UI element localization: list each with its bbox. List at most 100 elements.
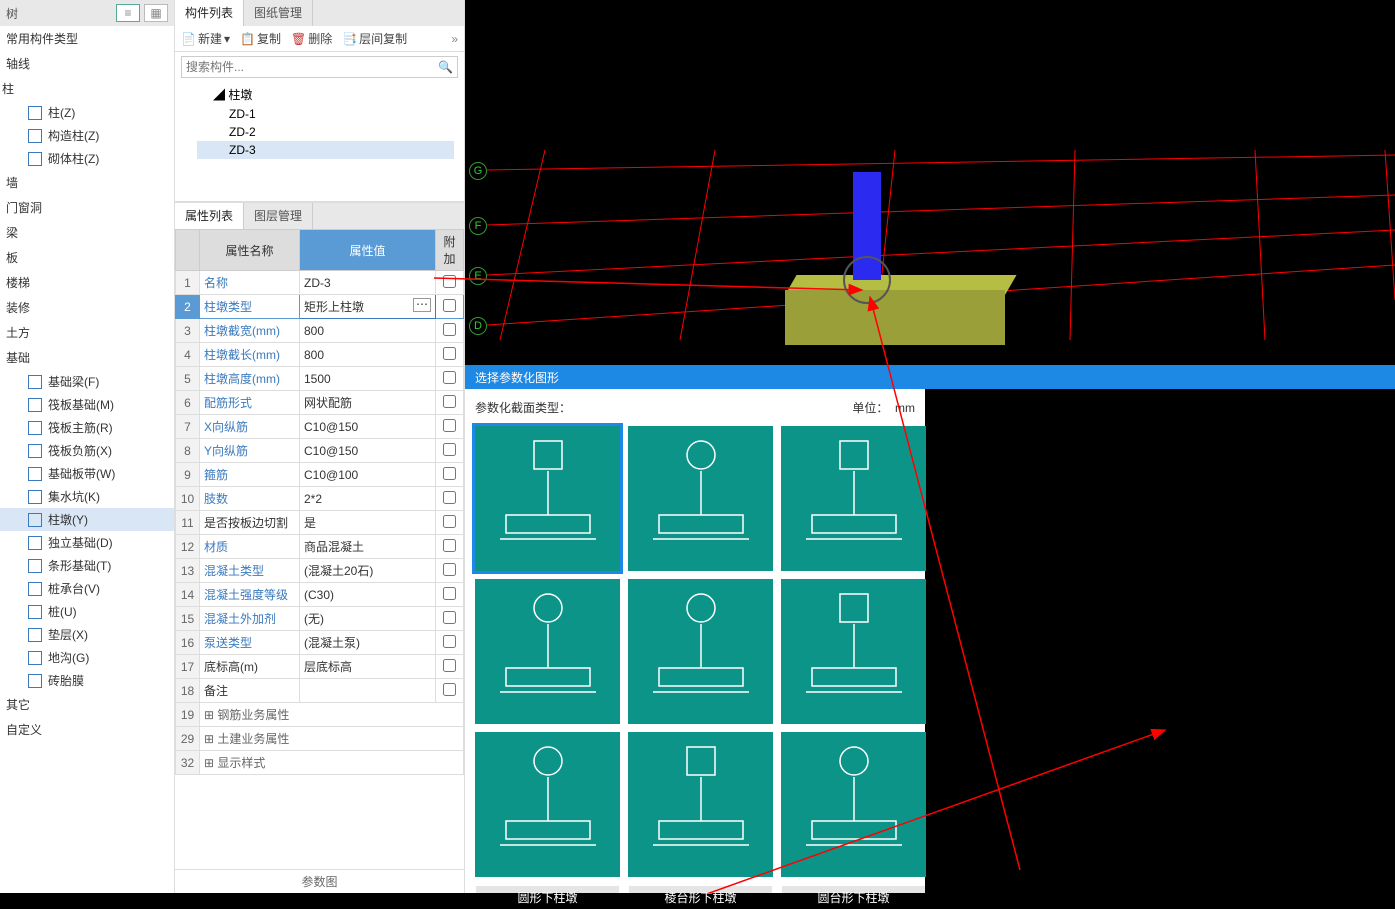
search-box[interactable]: 🔍 <box>181 56 458 78</box>
prop-row[interactable]: 11是否按板边切割是 <box>176 511 464 535</box>
prop-value[interactable]: (C30) <box>300 583 436 607</box>
card-view-icon[interactable]: ▦ <box>144 4 168 22</box>
prop-row[interactable]: 5柱墩高度(mm)1500 <box>176 367 464 391</box>
extra-check[interactable] <box>443 635 456 648</box>
col-item-gz[interactable]: 构造柱(Z) <box>0 124 174 147</box>
prop-row[interactable]: 1名称ZD-3 <box>176 271 464 295</box>
section-other[interactable]: 其它 <box>0 692 174 717</box>
viewport-3d[interactable]: G F E D <box>465 0 1395 365</box>
shape-option[interactable]: 圆台形上柱墩 <box>475 579 620 724</box>
toolbar-overflow-icon[interactable]: » <box>451 32 458 46</box>
prop-value[interactable]: 1500 <box>300 367 436 391</box>
expander-row[interactable]: 29⊞ 土建业务属性 <box>176 727 464 751</box>
prop-row[interactable]: 14混凝土强度等级(C30) <box>176 583 464 607</box>
prop-value[interactable]: 是 <box>300 511 436 535</box>
prop-value[interactable]: (混凝土20石) <box>300 559 436 583</box>
prop-value[interactable]: (无) <box>300 607 436 631</box>
section-door[interactable]: 门窗洞 <box>0 195 174 220</box>
section-foundation[interactable]: 基础 <box>0 345 174 370</box>
extra-check[interactable] <box>443 515 456 528</box>
shape-option[interactable]: 圆形上柱墩 <box>628 426 773 571</box>
prop-row[interactable]: 18备注 <box>176 679 464 703</box>
prop-row[interactable]: 9箍筋C10@100 <box>176 463 464 487</box>
section-beam[interactable]: 梁 <box>0 220 174 245</box>
search-input[interactable] <box>186 60 438 74</box>
foundation-item[interactable]: 地沟(G) <box>0 646 174 669</box>
shape-option[interactable]: 棱台形下柱墩 <box>628 732 773 877</box>
delete-button[interactable]: 🗑 删除 <box>291 30 332 47</box>
extra-check[interactable] <box>443 467 456 480</box>
extra-check[interactable] <box>443 419 456 432</box>
shape-option[interactable]: 矩形下柱墩 <box>781 579 926 724</box>
new-button[interactable]: 📄 新建 ▾ <box>181 30 230 47</box>
layercopy-button[interactable]: 📑 层间复制 <box>342 30 407 47</box>
prop-row[interactable]: 4柱墩截长(mm)800 <box>176 343 464 367</box>
section-finish[interactable]: 装修 <box>0 295 174 320</box>
prop-value[interactable]: C10@150 <box>300 439 436 463</box>
extra-check[interactable] <box>443 395 456 408</box>
section-column-head[interactable]: 柱 <box>0 76 174 101</box>
tree-root[interactable]: ◢ 柱墩 <box>197 84 454 105</box>
col-item-qz[interactable]: 砌体柱(Z) <box>0 147 174 170</box>
prop-value[interactable]: 800 <box>300 343 436 367</box>
shape-option[interactable]: 圆形下柱墩 <box>475 732 620 877</box>
list-view-icon[interactable]: ≡ <box>116 4 140 22</box>
extra-check[interactable] <box>443 347 456 360</box>
shape-option[interactable]: 下方上圆形上柱墩 <box>628 579 773 724</box>
extra-check[interactable] <box>443 275 456 288</box>
foundation-item[interactable]: 筏板主筋(R) <box>0 416 174 439</box>
extra-check[interactable] <box>443 299 456 312</box>
extra-check[interactable] <box>443 683 456 696</box>
extra-check[interactable] <box>443 563 456 576</box>
prop-value[interactable]: (混凝土泵) <box>300 631 436 655</box>
foundation-item[interactable]: 基础梁(F) <box>0 370 174 393</box>
extra-check[interactable] <box>443 611 456 624</box>
tree-zd2[interactable]: ZD-2 <box>197 123 454 141</box>
shape-option[interactable]: 棱台形上柱墩 <box>781 426 926 571</box>
expander-row[interactable]: 32⊞ 显示样式 <box>176 751 464 775</box>
shape-option[interactable]: 矩形上柱墩 <box>475 426 620 571</box>
prop-value[interactable]: 2*2 <box>300 487 436 511</box>
tab-components[interactable]: 构件列表 <box>175 0 244 26</box>
prop-value[interactable]: C10@150 <box>300 415 436 439</box>
foundation-item[interactable]: 筏板负筋(X) <box>0 439 174 462</box>
prop-row[interactable]: 6配筋形式网状配筋 <box>176 391 464 415</box>
extra-check[interactable] <box>443 443 456 456</box>
search-icon[interactable]: 🔍 <box>438 60 453 74</box>
prop-value[interactable]: 矩形上柱墩⋯ <box>300 295 436 319</box>
extra-check[interactable] <box>443 323 456 336</box>
section-line[interactable]: 轴线 <box>0 51 174 76</box>
tab-layers[interactable]: 图层管理 <box>244 203 313 229</box>
prop-value[interactable]: C10@100 <box>300 463 436 487</box>
prop-row[interactable]: 3柱墩截宽(mm)800 <box>176 319 464 343</box>
tab-drawings[interactable]: 图纸管理 <box>244 0 313 26</box>
foundation-item[interactable]: 砖胎膜 <box>0 669 174 692</box>
prop-row[interactable]: 2柱墩类型矩形上柱墩⋯ <box>176 295 464 319</box>
foundation-item[interactable]: 条形基础(T) <box>0 554 174 577</box>
foundation-item[interactable]: 独立基础(D) <box>0 531 174 554</box>
section-wall[interactable]: 墙 <box>0 170 174 195</box>
foundation-item[interactable]: 筏板基础(M) <box>0 393 174 416</box>
tree-zd3[interactable]: ZD-3 <box>197 141 454 159</box>
section-types[interactable]: 常用构件类型 <box>0 26 174 51</box>
prop-row[interactable]: 12材质商品混凝土 <box>176 535 464 559</box>
col-item-z[interactable]: 柱(Z) <box>0 101 174 124</box>
shape-option[interactable]: 圆台形下柱墩 <box>781 732 926 877</box>
foundation-item[interactable]: 桩承台(V) <box>0 577 174 600</box>
prop-row[interactable]: 10肢数2*2 <box>176 487 464 511</box>
section-slab[interactable]: 板 <box>0 245 174 270</box>
prop-row[interactable]: 17底标高(m)层底标高 <box>176 655 464 679</box>
extra-check[interactable] <box>443 539 456 552</box>
prop-row[interactable]: 15混凝土外加剂(无) <box>176 607 464 631</box>
prop-value[interactable]: 800 <box>300 319 436 343</box>
foundation-item[interactable]: 基础板带(W) <box>0 462 174 485</box>
extra-check[interactable] <box>443 659 456 672</box>
tree-zd1[interactable]: ZD-1 <box>197 105 454 123</box>
section-stair[interactable]: 楼梯 <box>0 270 174 295</box>
param-foot[interactable]: 参数图 <box>175 869 464 893</box>
tab-props[interactable]: 属性列表 <box>175 203 244 229</box>
foundation-item[interactable]: 柱墩(Y) <box>0 508 174 531</box>
prop-value[interactable]: 层底标高 <box>300 655 436 679</box>
extra-check[interactable] <box>443 371 456 384</box>
prop-value[interactable]: 商品混凝土 <box>300 535 436 559</box>
